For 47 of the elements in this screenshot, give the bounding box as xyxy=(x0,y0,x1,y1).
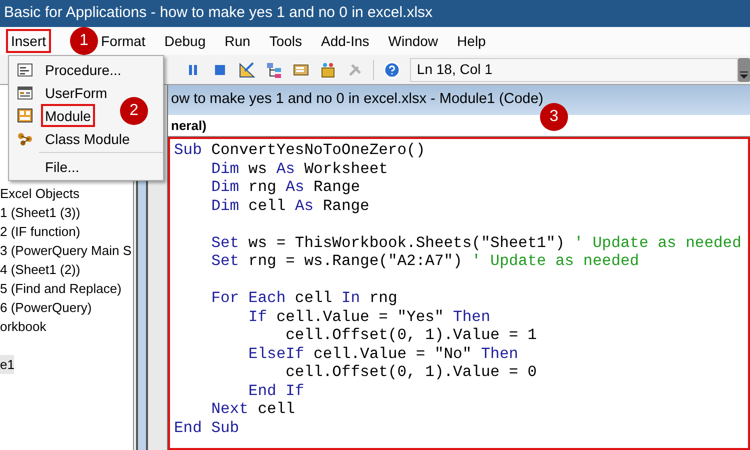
window-icon xyxy=(17,86,33,100)
menu-item[interactable]: Run xyxy=(220,29,256,53)
code-line: Dim cell As Range xyxy=(210,196,370,215)
tree-item[interactable]: Excel Objects xyxy=(0,184,80,204)
code-line: cell.Offset(0, 1).Value = 0 xyxy=(284,363,537,382)
code-line: Set ws = ThisWorkbook.Sheets("Sheet1") ' Update as needed xyxy=(210,234,742,252)
code-line: For Each cell In rng xyxy=(210,289,398,308)
tree-item[interactable]: 1 (Sheet1 (3)) xyxy=(0,202,80,222)
code-line: Sub ConvertYesNoToOneZero() xyxy=(174,141,426,160)
code-line: Dim ws As Worksheet xyxy=(210,160,388,178)
tree-item[interactable]: 2 (IF function) xyxy=(0,222,80,242)
menu-item[interactable]: Format xyxy=(96,29,150,53)
menu-item[interactable]: Window xyxy=(383,29,444,53)
menu-option[interactable]: File... xyxy=(41,155,84,178)
menu-item[interactable]: Insert xyxy=(6,29,52,53)
code-line: Dim rng As Range xyxy=(210,178,360,196)
code-line: ElseIf cell.Value = "No" Then xyxy=(247,344,518,363)
code-line: End Sub xyxy=(174,418,240,437)
menu-option[interactable]: Procedure... xyxy=(41,58,126,81)
tree-icon[interactable] xyxy=(265,60,283,78)
help-icon[interactable] xyxy=(382,60,401,78)
menu-item[interactable]: Tools xyxy=(264,29,307,53)
tree-item[interactable]: 3 (PowerQuery Main S xyxy=(0,240,132,260)
code-line: cell.Offset(0, 1).Value = 1 xyxy=(284,326,537,344)
tree-item[interactable]: orkbook xyxy=(0,316,46,336)
code-line: If cell.Value = "Yes" Then xyxy=(247,308,490,326)
menu-option[interactable]: Class Module xyxy=(41,127,134,150)
window-title: Basic for Applications - how to make yes 1 and no 0 in excel.xlsx xyxy=(4,3,433,24)
ruler-icon[interactable] xyxy=(238,60,256,78)
menu-option[interactable]: UserForm xyxy=(41,81,112,104)
object-dropdown[interactable]: neral) xyxy=(171,116,206,136)
location-field: Ln 18, Col 1 xyxy=(410,58,738,82)
box-icon[interactable] xyxy=(319,60,337,78)
tree-item[interactable]: 6 (PowerQuery) xyxy=(0,298,92,318)
menu-item[interactable]: Debug xyxy=(159,29,211,53)
class-icon xyxy=(17,132,33,146)
code-line: End If xyxy=(247,382,304,400)
code-line: Set rng = ws.Range("A2:A7") ' Update as needed xyxy=(210,252,640,270)
module-icon xyxy=(17,108,33,123)
menu-option[interactable]: Module xyxy=(41,104,95,127)
menu-item[interactable]: Help xyxy=(452,29,491,53)
code-line: Next cell xyxy=(210,400,295,418)
form-icon xyxy=(17,62,33,76)
tree-item[interactable]: 5 (Find and Replace) xyxy=(0,278,122,298)
menu-item[interactable]: Add-Ins xyxy=(316,29,374,53)
tree-item[interactable]: e1 xyxy=(0,354,14,374)
tree-item[interactable]: 4 (Sheet1 (2)) xyxy=(0,260,80,280)
